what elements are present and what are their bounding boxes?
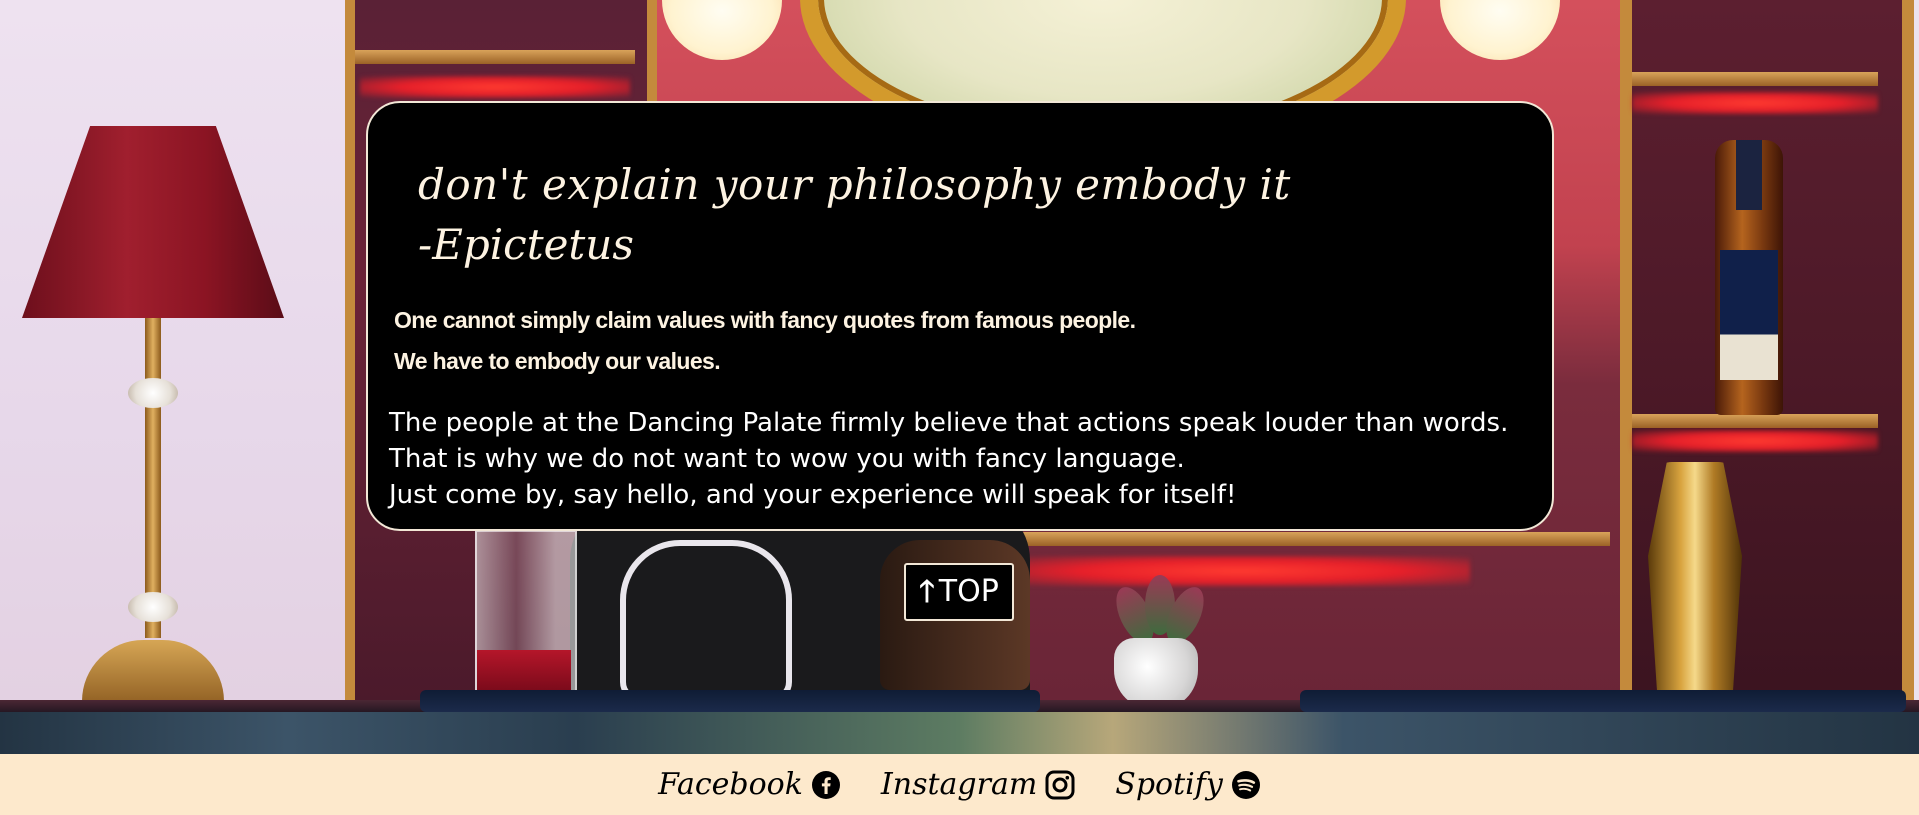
body-line: That is why we do not want to wow you wi… xyxy=(389,444,1185,474)
instagram-label: Instagram xyxy=(880,766,1038,802)
body-line: The people at the Dancing Palate firmly … xyxy=(389,408,1509,438)
lamp-crystal xyxy=(128,378,178,408)
cocktail-drink xyxy=(477,650,571,690)
arrow-up-icon: 🡑 xyxy=(919,574,935,609)
shelf-board xyxy=(990,532,1610,546)
instagram-icon xyxy=(1045,770,1075,799)
body-line: Just come by, say hello, and your experi… xyxy=(389,480,1237,510)
spotify-icon xyxy=(1231,770,1260,799)
lamp-crystal xyxy=(128,592,178,622)
bar-mat xyxy=(1300,690,1906,712)
shirt-logo xyxy=(620,540,792,702)
spotify-label: Spotify xyxy=(1115,766,1223,802)
bottle-neck xyxy=(1736,140,1762,210)
quote-card: don't explain your philosophy embody it … xyxy=(366,101,1554,531)
footer: Facebook Instagram Spotify xyxy=(0,754,1919,815)
lamp-pole xyxy=(145,318,161,638)
shelf-board xyxy=(1632,72,1878,86)
top-button-label: TOP xyxy=(938,574,999,609)
spotify-link[interactable]: Spotify xyxy=(1115,766,1261,802)
facebook-link[interactable]: Facebook xyxy=(658,766,841,802)
back-to-top-button[interactable]: 🡑 TOP xyxy=(904,563,1014,621)
shelf-board xyxy=(355,50,635,64)
body-text: The people at the Dancing Palate firmly … xyxy=(389,405,1508,513)
claim-text: We have to embody our values. xyxy=(394,348,721,374)
bottle-label xyxy=(1720,250,1778,380)
bar-mat xyxy=(420,690,1040,712)
claim-text: One cannot simply claim values with fanc… xyxy=(394,307,1136,333)
cocktail-shaker xyxy=(1648,462,1742,697)
facebook-icon xyxy=(811,770,840,799)
shelf-board xyxy=(1632,414,1878,428)
quote-text: don't explain your philosophy embody it xyxy=(418,160,1291,209)
shelf-light xyxy=(1010,556,1470,586)
shelf-light xyxy=(1632,92,1878,114)
shelf-light xyxy=(360,76,630,98)
facebook-label: Facebook xyxy=(658,766,803,802)
marble-counter xyxy=(0,712,1919,754)
quote-author: -Epictetus xyxy=(418,220,634,269)
instagram-link[interactable]: Instagram xyxy=(880,766,1075,802)
shelf-light xyxy=(1632,430,1878,452)
wall-left xyxy=(0,0,345,700)
